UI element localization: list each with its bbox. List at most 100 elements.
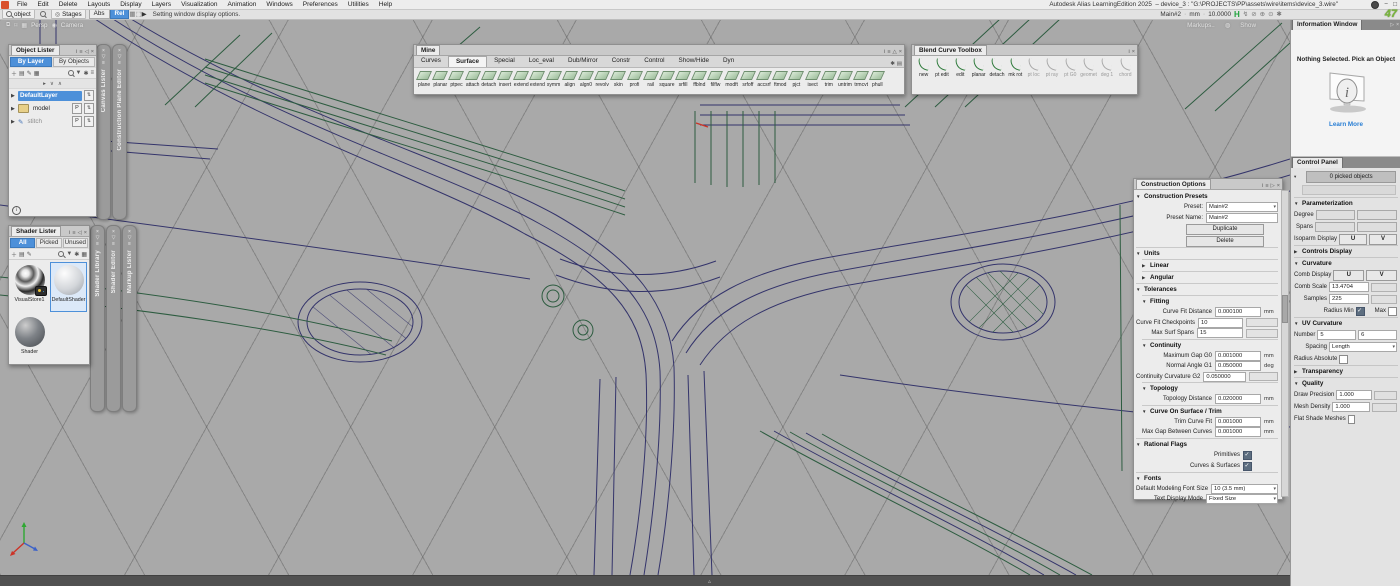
- info-icon[interactable]: i: [1129, 49, 1130, 55]
- surface-tool-button[interactable]: extend: [529, 69, 545, 88]
- shader-swatch[interactable]: Shader: [11, 314, 48, 364]
- close-icon[interactable]: ×: [1396, 22, 1399, 28]
- surface-tool-button[interactable]: ftmod: [772, 69, 788, 88]
- chevron-down-icon[interactable]: ▾: [1294, 174, 1296, 180]
- layer-stepper[interactable]: ⇅: [84, 103, 94, 114]
- active-preset[interactable]: Main#2: [1160, 11, 1181, 18]
- menu-item[interactable]: Edit: [32, 0, 53, 9]
- close-icon[interactable]: ×: [91, 49, 94, 55]
- float-icon[interactable]: △: [893, 49, 897, 55]
- menu-icon[interactable]: ≡: [79, 49, 82, 55]
- surface-tool-button[interactable]: ptpec: [448, 69, 464, 88]
- snap-point-icon[interactable]: ⊙: [1268, 10, 1273, 18]
- collapsed-panel-canvas-lister[interactable]: × ▽ ≡ Canvas Lister: [96, 44, 111, 220]
- field-input[interactable]: 15: [1197, 328, 1243, 338]
- info-icon[interactable]: i: [69, 230, 70, 236]
- mine-toolbox-titlebar[interactable]: Mine i≡△×: [414, 45, 904, 56]
- dock-icon[interactable]: ▷: [1271, 183, 1275, 189]
- surface-tool-button[interactable]: detach: [481, 69, 497, 88]
- blend-tool-button[interactable]: chord: [1117, 59, 1134, 78]
- shader-swatch[interactable]: DefaultShader: [50, 262, 87, 312]
- account-avatar-icon[interactable]: [1371, 1, 1379, 9]
- surface-tool-button[interactable]: phull: [869, 69, 885, 88]
- field-input[interactable]: 0.000100: [1215, 307, 1261, 317]
- shader-lister-titlebar[interactable]: Shader Lister i≡◁×: [9, 226, 89, 237]
- preset-name-input[interactable]: Main#2: [1206, 213, 1278, 223]
- surface-tool-button[interactable]: attach: [465, 69, 481, 88]
- snap-curve-icon[interactable]: ⊕: [1260, 10, 1265, 18]
- layer-name[interactable]: stitch: [25, 117, 70, 127]
- dialog-scrollbar[interactable]: [1281, 190, 1289, 497]
- caret-icon[interactable]: ▶: [11, 93, 16, 99]
- surface-tool-button[interactable]: accsrf: [756, 69, 772, 88]
- section-tolerances[interactable]: ▼Tolerances: [1136, 283, 1278, 295]
- pick-state-badge[interactable]: P: [72, 116, 82, 127]
- toolbox-tab[interactable]: Special: [487, 56, 522, 66]
- surface-tool-button[interactable]: pjct: [788, 69, 804, 88]
- mesh-density-slider[interactable]: [1372, 403, 1397, 412]
- list-icon[interactable]: ▤: [897, 61, 902, 67]
- add-icon[interactable]: ＋: [11, 69, 17, 78]
- surface-tool-button[interactable]: align: [562, 69, 578, 88]
- surface-tool-button[interactable]: modft: [724, 69, 740, 88]
- info-icon[interactable]: i: [884, 49, 885, 55]
- surface-tool-button[interactable]: revolv: [594, 69, 610, 88]
- duplicate-button[interactable]: Duplicate: [1186, 224, 1264, 235]
- preset-dropdown[interactable]: Main#2: [1206, 202, 1278, 212]
- menu-item[interactable]: Animation: [222, 0, 261, 9]
- zoom-icon[interactable]: ⌑: [14, 22, 17, 29]
- isoparm-u-button[interactable]: U: [1339, 234, 1367, 245]
- dock-icon[interactable]: ▷: [1390, 22, 1394, 28]
- control-panel-header[interactable]: Control Panel: [1291, 157, 1400, 168]
- surface-tool-button[interactable]: ffblnd: [691, 69, 707, 88]
- show-menu-button[interactable]: Show: [1240, 22, 1256, 29]
- settings-gear-icon[interactable]: ✱: [1277, 10, 1282, 18]
- camera-label[interactable]: Camera: [61, 22, 83, 29]
- section-continuity[interactable]: ▼Continuity: [1142, 339, 1278, 351]
- blend-tool-button[interactable]: pt edit: [933, 59, 950, 78]
- flat-shade-checkbox[interactable]: [1348, 415, 1355, 424]
- snap-magnet-icon[interactable]: ↯: [1243, 10, 1248, 18]
- section-quality[interactable]: ▼Quality: [1294, 377, 1398, 389]
- section-angular[interactable]: ▶Angular: [1142, 271, 1278, 283]
- blend-toolbox-titlebar[interactable]: Blend Curve Toolbox i×: [912, 45, 1137, 56]
- spans-v-field[interactable]: [1357, 222, 1397, 232]
- field-input[interactable]: 0.050000: [1203, 372, 1245, 382]
- blend-tool-button[interactable]: pt G0: [1062, 59, 1079, 78]
- section-controls-display[interactable]: ▶Controls Display: [1294, 245, 1398, 257]
- degree-v-field[interactable]: [1357, 210, 1397, 220]
- stages-button[interactable]: ◎Stages: [51, 9, 86, 19]
- field-slider[interactable]: [1246, 318, 1278, 327]
- menu-icon[interactable]: ≡: [96, 241, 99, 247]
- delete-button[interactable]: Delete: [1186, 236, 1264, 247]
- field-input[interactable]: 10: [1198, 318, 1243, 328]
- search-icon[interactable]: [58, 251, 64, 257]
- section-fonts[interactable]: ▼Fonts: [1136, 472, 1278, 484]
- learn-more-link[interactable]: Learn More: [1329, 121, 1363, 128]
- grid-view-icon[interactable]: ▦: [81, 251, 87, 258]
- markups-button[interactable]: Markups..: [1187, 22, 1215, 29]
- menu-item[interactable]: Display: [115, 0, 146, 9]
- toolbox-tab[interactable]: Dub/Mirror: [561, 56, 605, 66]
- section-construction-presets[interactable]: ▼Construction Presets: [1136, 191, 1278, 202]
- radius-max-checkbox[interactable]: [1388, 307, 1397, 316]
- close-icon[interactable]: ×: [84, 230, 87, 236]
- section-uv-curvature[interactable]: ▼UV Curvature: [1294, 317, 1398, 329]
- shader-tab[interactable]: Picked: [36, 238, 61, 248]
- menu-icon[interactable]: ≡: [112, 241, 115, 247]
- menu-icon[interactable]: ≡: [72, 230, 75, 236]
- abs-toggle[interactable]: Abs: [89, 9, 110, 19]
- field-input[interactable]: 0.001000: [1215, 417, 1261, 427]
- mesh-density-input[interactable]: 1.000: [1332, 402, 1370, 412]
- field-input[interactable]: 0.020000: [1215, 394, 1261, 404]
- perspective-viewport[interactable]: ⧉ ⌑ ▦ Persp ◉ Camera Markups.. ◍ Show: [0, 19, 1290, 575]
- surface-tool-button[interactable]: isect: [805, 69, 821, 88]
- caret-icon[interactable]: ▶: [11, 106, 16, 112]
- grid-toggle-icon[interactable]: ▦: [21, 22, 27, 29]
- menu-icon[interactable]: ≡: [128, 241, 131, 247]
- surface-tool-button[interactable]: symm: [546, 69, 562, 88]
- menu-item[interactable]: Preferences: [298, 0, 343, 9]
- menu-item[interactable]: Help: [374, 0, 397, 9]
- surface-tool-button[interactable]: rail: [643, 69, 659, 88]
- close-icon[interactable]: ×: [1132, 49, 1135, 55]
